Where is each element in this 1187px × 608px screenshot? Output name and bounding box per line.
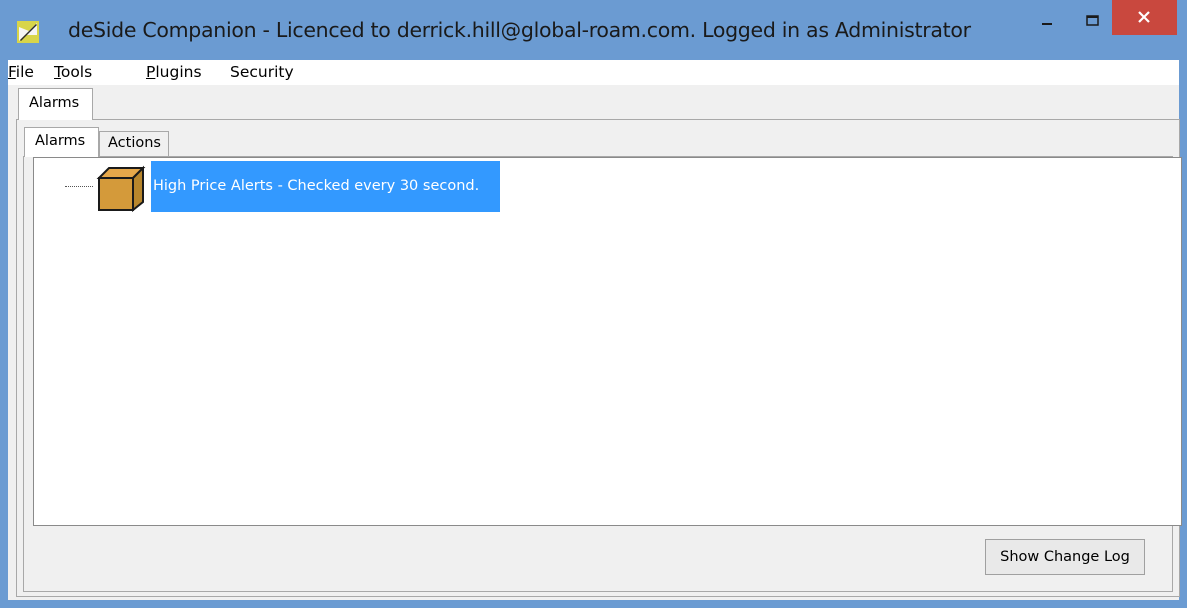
maximize-button[interactable]: [1079, 10, 1105, 34]
alarms-tree[interactable]: High Price Alerts - Checked every 30 sec…: [33, 157, 1182, 526]
menu-plugins[interactable]: Plugins: [146, 63, 202, 81]
window-title: deSide Companion - Licenced to derrick.h…: [68, 18, 971, 42]
menu-tools[interactable]: Tools: [54, 63, 92, 81]
tab-label: Actions: [108, 135, 161, 151]
tab-alarms-inner[interactable]: Alarms: [24, 127, 99, 157]
app-logo-icon: [17, 21, 39, 43]
box-icon: [96, 165, 146, 212]
menu-security[interactable]: Security: [230, 63, 294, 81]
menu-bar: File Tools Plugins Security: [8, 60, 1179, 85]
tab-label: Alarms: [35, 133, 86, 149]
title-bar[interactable]: deSide Companion - Licenced to derrick.h…: [0, 0, 1187, 60]
minimize-button[interactable]: [1034, 12, 1060, 36]
inner-tab-panel: High Price Alerts - Checked every 30 sec…: [23, 156, 1182, 592]
app-window: deSide Companion - Licenced to derrick.h…: [0, 0, 1187, 608]
tree-item-high-price-alerts[interactable]: High Price Alerts - Checked every 30 sec…: [151, 161, 500, 212]
menu-file[interactable]: File: [8, 63, 34, 81]
show-change-log-button[interactable]: Show Change Log: [985, 539, 1145, 575]
tab-actions[interactable]: Actions: [99, 131, 169, 156]
outer-tab-panel: Alarms Actions High Price Alerts - Check…: [16, 119, 1182, 597]
tab-alarms-outer[interactable]: Alarms: [18, 88, 93, 120]
tab-label: Alarms: [29, 95, 80, 111]
close-button[interactable]: [1112, 0, 1177, 35]
close-icon: [1138, 11, 1150, 23]
tree-connector-line: [65, 186, 93, 187]
client-area: File Tools Plugins Security Alarms Alarm…: [8, 60, 1182, 600]
